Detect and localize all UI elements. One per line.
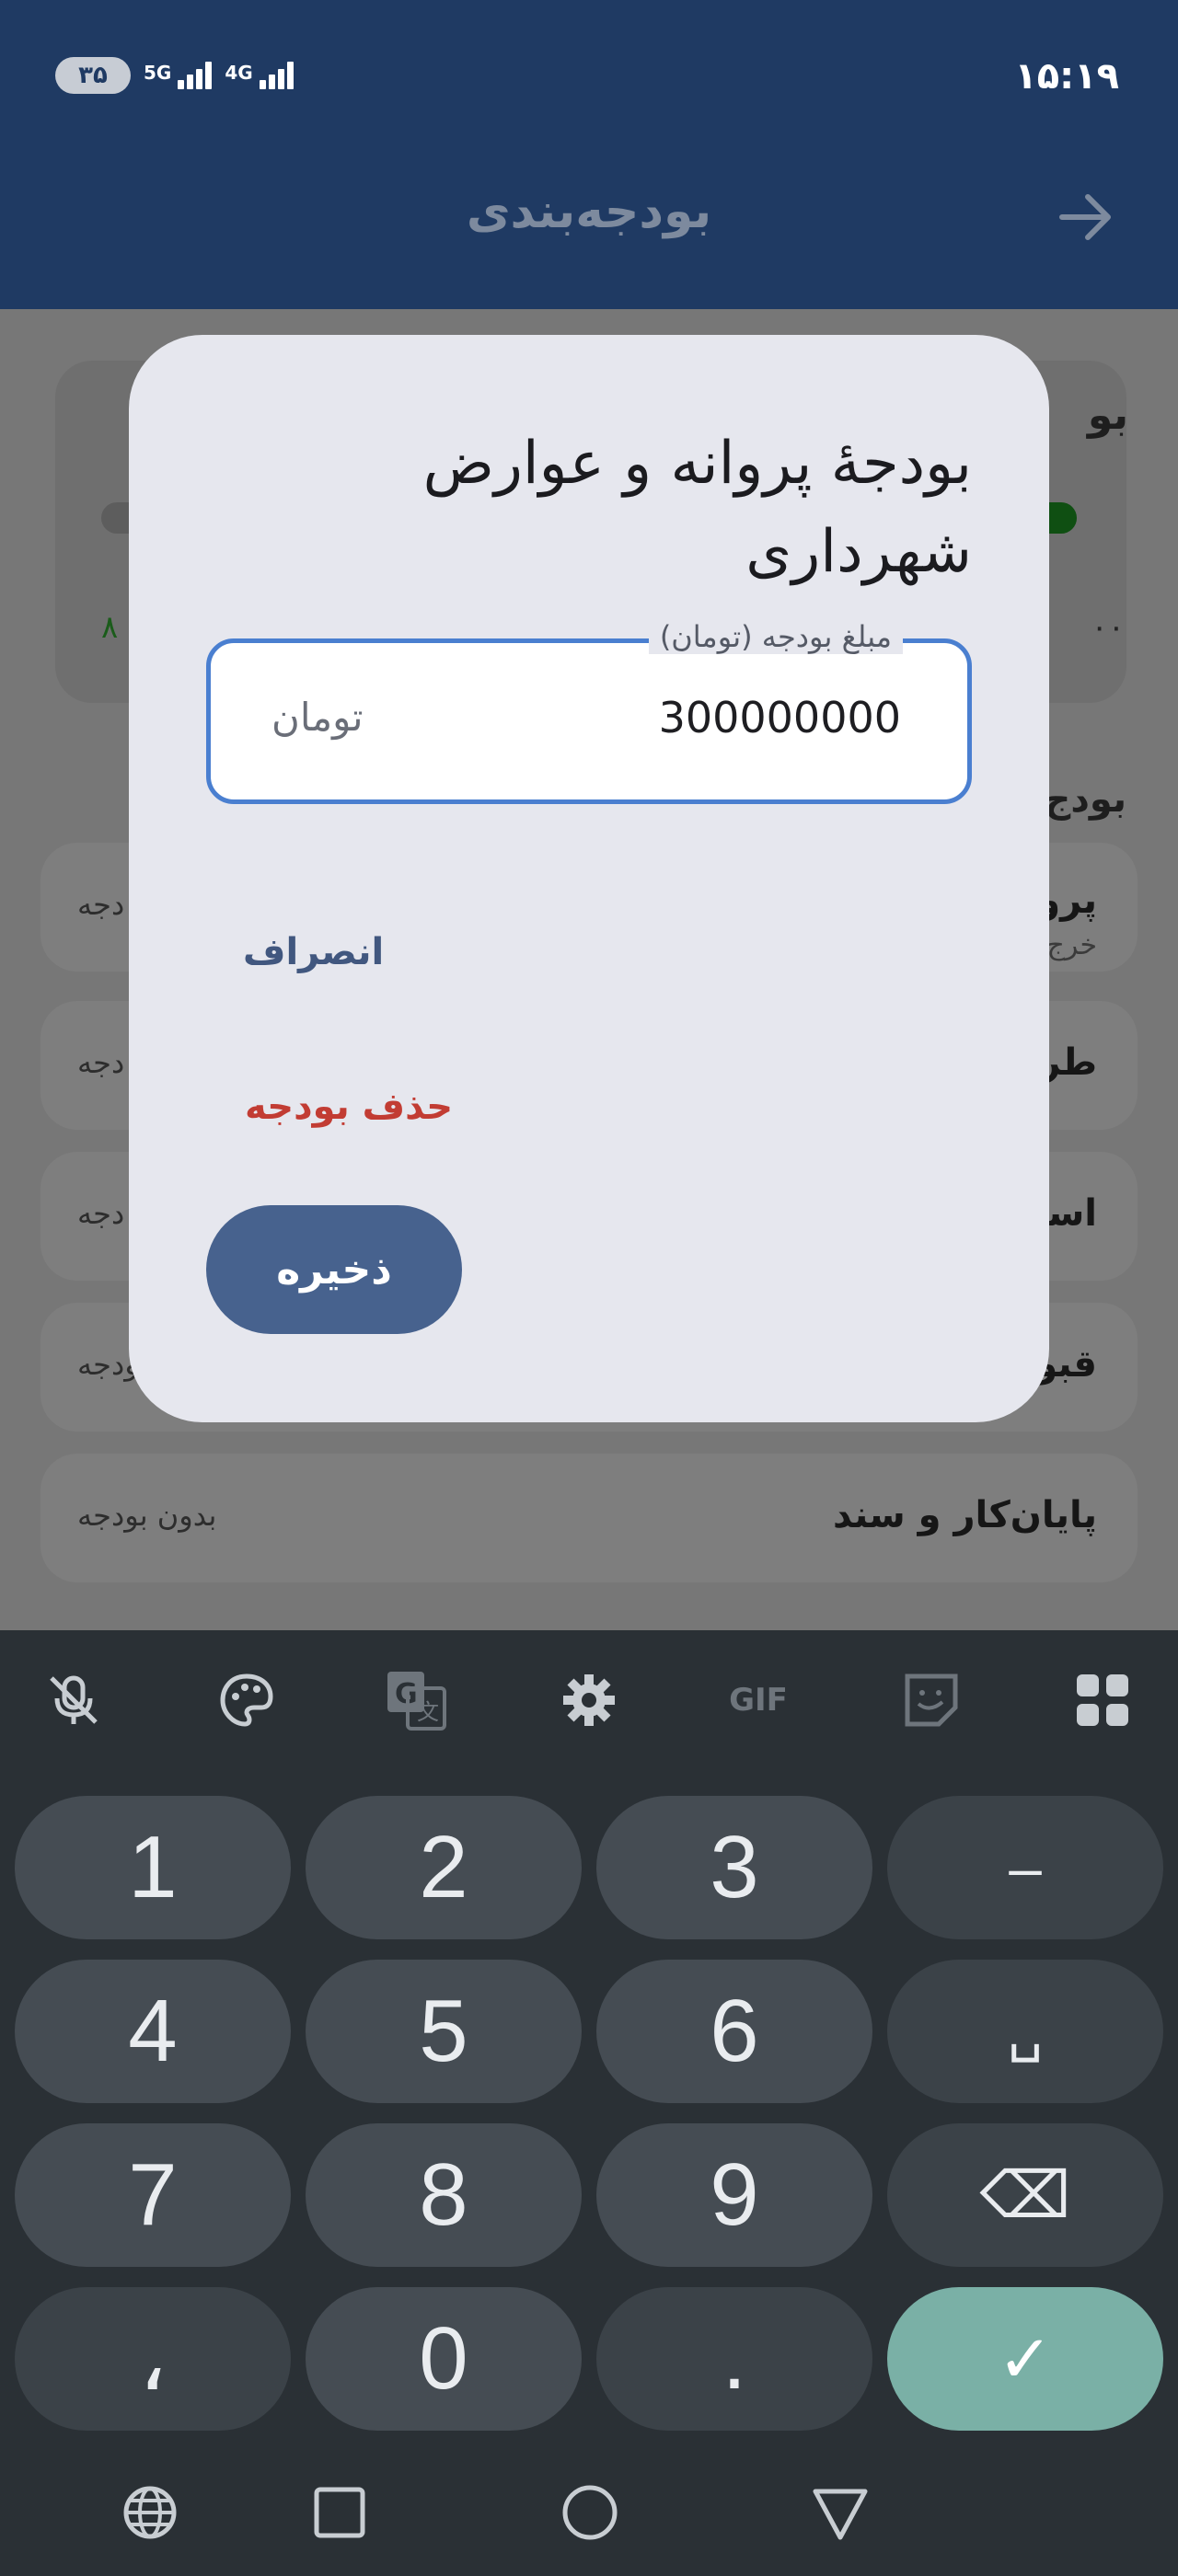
budget-amount-input[interactable]: مبلغ بودجه (تومان) 300000000 تومان (206, 619, 972, 804)
signal-4g-icon: 4G (225, 62, 294, 89)
key-minus[interactable]: – (887, 1796, 1163, 1939)
enter-key[interactable]: ✓ (887, 2287, 1163, 2431)
dialog-title: بودجهٔ پروانه و عوارض شهرداری (422, 430, 972, 586)
sticker-icon[interactable] (895, 1663, 968, 1737)
section-title: بودج (1044, 778, 1126, 821)
mic-off-icon[interactable] (37, 1663, 110, 1737)
status-bar: ۳۵ 5G 4G ۱۵:۱۹ (0, 0, 1178, 155)
key-7[interactable]: 7 (15, 2123, 291, 2267)
summary-title: بو (1087, 392, 1128, 439)
back-icon[interactable] (808, 2480, 872, 2545)
key-2[interactable]: 2 (306, 1796, 582, 1939)
list-item-status: دجه (77, 1196, 125, 1231)
gear-icon[interactable] (552, 1663, 626, 1737)
apps-grid-icon[interactable] (1066, 1663, 1139, 1737)
cancel-button[interactable]: انصراف (243, 931, 384, 973)
key-3[interactable]: 3 (596, 1796, 872, 1939)
save-button[interactable]: ذخیره (206, 1205, 462, 1334)
signal-5g-icon: 5G (144, 62, 213, 89)
svg-text:文: 文 (417, 1699, 439, 1725)
list-item-subtitle: خرج (1046, 929, 1097, 961)
clock: ۱۵:۱۹ (1014, 55, 1119, 98)
summary-remaining: ۸ (101, 609, 119, 646)
key-period[interactable]: . (596, 2287, 872, 2431)
network-label-4g: 4G (225, 62, 253, 84)
recents-icon[interactable] (307, 2480, 372, 2545)
list-item-status: دجه (77, 887, 125, 922)
translate-icon[interactable]: G文 (379, 1663, 453, 1737)
key-comma[interactable]: ، (15, 2287, 291, 2431)
summary-amount: ۰۰ (1091, 609, 1125, 646)
key-6[interactable]: 6 (596, 1960, 872, 2103)
key-1[interactable]: 1 (15, 1796, 291, 1939)
page-title: بودجه‌بندی (466, 184, 712, 239)
field-value: 300000000 (658, 693, 901, 742)
palette-icon[interactable] (210, 1663, 283, 1737)
network-label-5g: 5G (144, 62, 172, 84)
battery-indicator: ۳۵ (55, 57, 131, 94)
budget-dialog: بودجهٔ پروانه و عوارض شهرداری مبلغ بودجه… (129, 335, 1049, 1422)
list-item-status: بدون بودجه (77, 1498, 217, 1533)
globe-icon[interactable] (118, 2480, 182, 2545)
delete-budget-button[interactable]: حذف بودجه (245, 1086, 453, 1128)
key-0[interactable]: 0 (306, 2287, 582, 2431)
field-suffix: تومان (271, 695, 364, 740)
back-arrow-icon[interactable] (1057, 188, 1115, 247)
space-key[interactable]: ␣ (887, 1960, 1163, 2103)
list-item-title: پایان‌کار و سند (832, 1494, 1097, 1536)
key-8[interactable]: 8 (306, 2123, 582, 2267)
list-item[interactable]: پایان‌کار و سند بدون بودجه (40, 1454, 1138, 1582)
home-icon[interactable] (558, 2480, 622, 2545)
key-4[interactable]: 4 (15, 1960, 291, 2103)
numeric-keyboard: G文 GIF (0, 1630, 1178, 2576)
status-indicators: ۳۵ 5G 4G (55, 57, 294, 94)
key-5[interactable]: 5 (306, 1960, 582, 2103)
backspace-key[interactable]: ⌫ (887, 2123, 1163, 2267)
field-label: مبلغ بودجه (تومان) (648, 619, 903, 654)
list-item-status: دجه (77, 1045, 125, 1080)
key-9[interactable]: 9 (596, 2123, 872, 2267)
gif-icon[interactable]: GIF (722, 1663, 795, 1737)
